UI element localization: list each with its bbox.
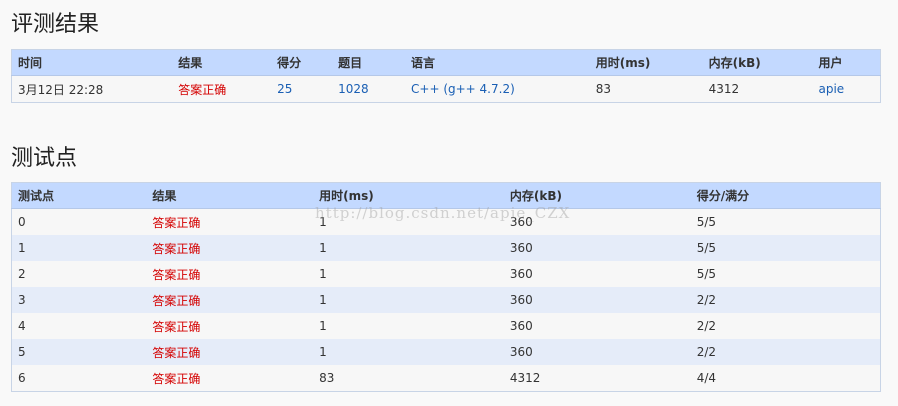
case-id: 4 — [11, 313, 147, 339]
case-result: 答案正确 — [146, 365, 314, 392]
result-section-title: 评测结果 — [11, 12, 100, 37]
case-memory: 360 — [503, 235, 691, 261]
result-row: 3月12日 22:28 答案正确 25 1028 C++ (g++ 4.7.2)… — [11, 75, 881, 103]
case-result: 答案正确 — [146, 313, 314, 339]
cases-header-row: 测试点 结果 用时(ms) 内存(kB) 得分/满分 — [11, 182, 881, 209]
case-score: 5/5 — [690, 208, 881, 235]
language-link[interactable]: C++ (g++ 4.7.2) — [405, 75, 590, 103]
table-row: 4 答案正确 1 360 2/2 — [11, 313, 881, 339]
score-link[interactable]: 25 — [271, 75, 333, 103]
case-score: 2/2 — [690, 287, 881, 313]
case-id: 6 — [11, 365, 147, 392]
case-time: 1 — [313, 313, 504, 339]
case-id: 1 — [11, 235, 147, 261]
problem-link[interactable]: 1028 — [332, 75, 406, 103]
col-header-result: 结果 — [172, 49, 272, 76]
col-header-time: 时间 — [11, 49, 173, 76]
time-ms: 83 — [589, 75, 703, 103]
col-header-case-score: 得分/满分 — [690, 182, 881, 209]
table-row: 5 答案正确 1 360 2/2 — [11, 339, 881, 365]
memory-kb: 4312 — [702, 75, 813, 103]
col-header-memory: 内存(kB) — [702, 49, 813, 76]
case-result: 答案正确 — [146, 235, 314, 261]
col-header-case: 测试点 — [11, 182, 147, 209]
col-header-problem: 题目 — [332, 49, 406, 76]
case-score: 2/2 — [690, 313, 881, 339]
col-header-case-memory: 内存(kB) — [503, 182, 691, 209]
case-result: 答案正确 — [146, 208, 314, 235]
case-id: 0 — [11, 208, 147, 235]
case-time: 1 — [313, 261, 504, 287]
case-score: 5/5 — [690, 235, 881, 261]
submit-time: 3月12日 22:28 — [11, 75, 173, 103]
case-time: 83 — [313, 365, 504, 392]
col-header-case-result: 结果 — [146, 182, 314, 209]
col-header-user: 用户 — [812, 49, 881, 76]
case-memory: 360 — [503, 261, 691, 287]
case-memory: 4312 — [503, 365, 691, 392]
case-id: 2 — [11, 261, 147, 287]
col-header-language: 语言 — [405, 49, 590, 76]
table-row: 6 答案正确 83 4312 4/4 — [11, 365, 881, 392]
case-memory: 360 — [503, 208, 691, 235]
case-score: 4/4 — [690, 365, 881, 392]
table-row: 0 答案正确 1 360 5/5 — [11, 208, 881, 235]
case-id: 3 — [11, 287, 147, 313]
result-status: 答案正确 — [172, 75, 272, 103]
case-memory: 360 — [503, 339, 691, 365]
case-time: 1 — [313, 235, 504, 261]
table-row: 2 答案正确 1 360 5/5 — [11, 261, 881, 287]
case-score: 5/5 — [690, 261, 881, 287]
result-header-row: 时间 结果 得分 题目 语言 用时(ms) 内存(kB) 用户 — [11, 49, 881, 76]
case-memory: 360 — [503, 287, 691, 313]
test-cases-table: 测试点 结果 用时(ms) 内存(kB) 得分/满分 0 答案正确 1 360 5/5 1… — [11, 182, 881, 392]
col-header-score: 得分 — [271, 49, 333, 76]
case-result: 答案正确 — [146, 287, 314, 313]
case-id: 5 — [11, 339, 147, 365]
case-result: 答案正确 — [146, 261, 314, 287]
case-time: 1 — [313, 339, 504, 365]
case-score: 2/2 — [690, 339, 881, 365]
case-result: 答案正确 — [146, 339, 314, 365]
col-header-time-ms: 用时(ms) — [589, 49, 703, 76]
cases-section-title: 测试点 — [11, 146, 78, 171]
user-link[interactable]: apie — [812, 75, 881, 103]
case-time: 1 — [313, 287, 504, 313]
case-memory: 360 — [503, 313, 691, 339]
col-header-case-time: 用时(ms) — [313, 182, 504, 209]
result-table: 时间 结果 得分 题目 语言 用时(ms) 内存(kB) 用户 3月12日 22… — [11, 49, 881, 103]
table-row: 3 答案正确 1 360 2/2 — [11, 287, 881, 313]
table-row: 1 答案正确 1 360 5/5 — [11, 235, 881, 261]
case-time: 1 — [313, 208, 504, 235]
